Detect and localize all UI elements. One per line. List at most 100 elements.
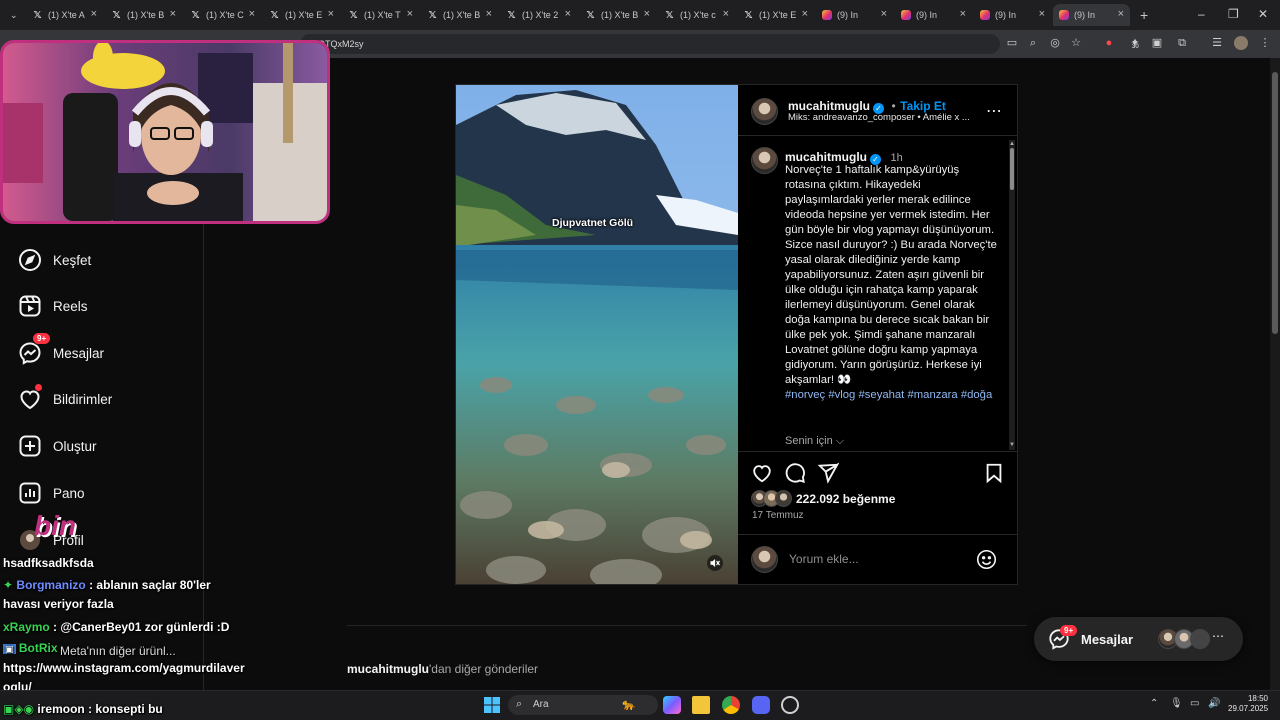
copilot-icon[interactable]	[663, 696, 681, 714]
reels-icon	[19, 295, 41, 317]
file-explorer-icon[interactable]	[692, 696, 710, 714]
caption-avatar[interactable]	[751, 147, 778, 174]
close-tab-icon[interactable]: ×	[486, 8, 492, 20]
close-tab-icon[interactable]: ×	[170, 8, 176, 20]
close-tab-icon[interactable]: ×	[91, 8, 97, 20]
browser-tab[interactable]: 𝕏 (1) X'te B ×	[105, 4, 182, 26]
browser-tab[interactable]: 𝕏 (1) X'te T ×	[342, 4, 419, 26]
scroll-down-arrow-icon[interactable]: ▼	[1009, 442, 1015, 448]
windows-start-icon[interactable]	[483, 696, 501, 714]
lake-landscape-image	[456, 85, 738, 584]
browser-tab[interactable]: 𝕏 (1) X'te B ×	[421, 4, 498, 26]
close-tab-icon[interactable]: ×	[249, 8, 255, 20]
minimize-icon[interactable]: –	[1198, 7, 1205, 21]
close-tab-icon[interactable]: ×	[565, 8, 571, 20]
tray-chevron-up-icon[interactable]: ⌃	[1150, 698, 1158, 709]
volume-icon[interactable]: 🔊	[1208, 698, 1220, 709]
chat-user: xRaymo	[3, 620, 50, 634]
maximize-icon[interactable]: ❐	[1228, 7, 1239, 21]
url-input[interactable]: OTQxM2sy	[300, 34, 1000, 54]
more-options-icon[interactable]: ⋯	[986, 101, 1003, 121]
messages-pill[interactable]: 9+ Mesajlar ⋯	[1034, 617, 1243, 661]
follow-button[interactable]: Takip Et	[900, 99, 946, 113]
browser-tab[interactable]: 𝕏 (1) X'te c ×	[658, 4, 735, 26]
browser-tab[interactable]: 𝕏 (1) X'te E ×	[737, 4, 814, 26]
sidebar-item-pano[interactable]: Pano	[18, 480, 85, 506]
like-heart-icon[interactable]	[751, 462, 773, 484]
browser-tab[interactable]: 𝕏 (1) X'te A ×	[26, 4, 103, 26]
audio-info[interactable]: Miks: andreavanzo_composer • Amélie x ..…	[788, 112, 970, 123]
chrome-icon[interactable]	[722, 696, 740, 714]
close-tab-icon[interactable]: ×	[328, 8, 334, 20]
post-video[interactable]	[456, 85, 738, 584]
sidebar-item-mesajlar[interactable]: 9+ Mesajlar	[18, 332, 104, 366]
close-tab-icon[interactable]: ×	[644, 8, 650, 20]
browser-tab[interactable]: (9) In ×	[895, 4, 972, 26]
divider	[738, 451, 1017, 452]
browser-tab[interactable]: 𝕏 (1) X'te C ×	[184, 4, 261, 26]
browser-tab[interactable]: 𝕏 (1) X'te 2 ×	[500, 4, 577, 26]
app-icon[interactable]	[781, 696, 799, 714]
translate-hint[interactable]: Senin için ⌵	[785, 435, 844, 448]
chevron-down-icon: ⌄	[10, 9, 18, 20]
sidebar-item-label: Oluştur	[53, 438, 97, 454]
sidebar-item-kesfet[interactable]: Keşfet	[18, 247, 91, 273]
chat-text: havası veriyor fazla	[3, 597, 114, 611]
profile-avatar-icon[interactable]	[1234, 36, 1248, 50]
kebab-menu-icon[interactable]: ⋮	[1258, 36, 1272, 50]
emoji-icon[interactable]	[976, 549, 997, 570]
sidebar-item-bildirimler[interactable]: Bildirimler	[18, 384, 112, 412]
extension-red-icon[interactable]: ●	[1102, 36, 1116, 50]
scroll-up-arrow-icon[interactable]: ▲	[1009, 141, 1015, 147]
comment-input[interactable]: Yorum ekle...	[789, 552, 969, 568]
extension-square-icon[interactable]: ▣	[1150, 36, 1164, 50]
display-icon[interactable]: ▭	[1190, 698, 1199, 709]
zoom-icon[interactable]: ⌕	[1026, 36, 1040, 50]
close-tab-icon[interactable]: ×	[723, 8, 729, 20]
browser-tab[interactable]: (9) In ×	[1053, 4, 1130, 26]
close-tab-icon[interactable]: ×	[802, 8, 808, 20]
sidebar-item-reels[interactable]: Reels	[18, 293, 88, 319]
caption-hashtags[interactable]: #norveç #vlog #seyahat #manzara #doğa	[785, 389, 992, 401]
chat-line: hsadfksadkfsda	[3, 556, 94, 570]
mute-icon[interactable]	[706, 555, 724, 571]
browser-tab[interactable]: 𝕏 (1) X'te B ×	[579, 4, 656, 26]
close-tab-icon[interactable]: ×	[407, 8, 413, 20]
share-send-icon[interactable]	[817, 462, 839, 484]
microphone-icon[interactable]: 🎙	[1170, 698, 1183, 709]
close-tab-icon[interactable]: ×	[960, 8, 966, 20]
likes-count[interactable]: 222.092 beğenme	[796, 492, 895, 506]
close-tab-icon[interactable]: ×	[1118, 8, 1124, 20]
author-avatar[interactable]	[751, 98, 778, 125]
cast-icon[interactable]: ▭	[1005, 36, 1019, 50]
chat-line: ▣◈◉ iremoon : konsepti bu	[3, 702, 163, 716]
sidebar-item-olustur[interactable]: Oluştur	[18, 433, 97, 459]
new-tab-button[interactable]: +	[1134, 4, 1154, 26]
chat-text: : @CanerBey01 zor günlerdi :D	[53, 620, 230, 634]
caption-username[interactable]: mucahitmuglu	[785, 150, 867, 164]
save-bookmark-icon[interactable]	[983, 462, 1005, 484]
close-tab-icon[interactable]: ×	[881, 8, 887, 20]
browser-tab-label: (1) X'te c	[680, 10, 716, 20]
bookmark-star-icon[interactable]: ☆	[1069, 36, 1083, 50]
liked-by-avatars[interactable]	[751, 490, 793, 507]
caption-scrollbar-thumb[interactable]	[1010, 148, 1014, 190]
discord-icon[interactable]	[752, 696, 770, 714]
close-tab-icon[interactable]: ×	[1039, 8, 1045, 20]
browser-tab[interactable]: (9) In ×	[974, 4, 1051, 26]
page-scrollbar-thumb[interactable]	[1272, 72, 1278, 334]
browser-tab[interactable]: (9) In ×	[816, 4, 893, 26]
close-window-icon[interactable]: ✕	[1258, 7, 1268, 21]
taskbar-search[interactable]: ⌕ Ara 🐆	[508, 695, 658, 715]
taskbar-clock[interactable]: 18:50 29.07.2025	[1228, 694, 1268, 714]
comment-icon[interactable]	[784, 462, 806, 484]
puzzle-icon[interactable]: ⧉	[1175, 36, 1189, 50]
browser-tab[interactable]: 𝕏 (1) X'te E ×	[263, 4, 340, 26]
eye-off-icon[interactable]: ◎	[1048, 36, 1062, 50]
browser-tab-label: (1) X'te C	[206, 10, 244, 20]
tab-search-button[interactable]: ⌄	[4, 4, 24, 26]
more-posts-username[interactable]: mucahitmuglu	[347, 662, 429, 676]
reading-list-icon[interactable]: ☰	[1210, 36, 1224, 50]
chat-badge-icon: ▣◈◉	[3, 702, 35, 716]
author-username[interactable]: mucahitmuglu	[788, 99, 870, 113]
